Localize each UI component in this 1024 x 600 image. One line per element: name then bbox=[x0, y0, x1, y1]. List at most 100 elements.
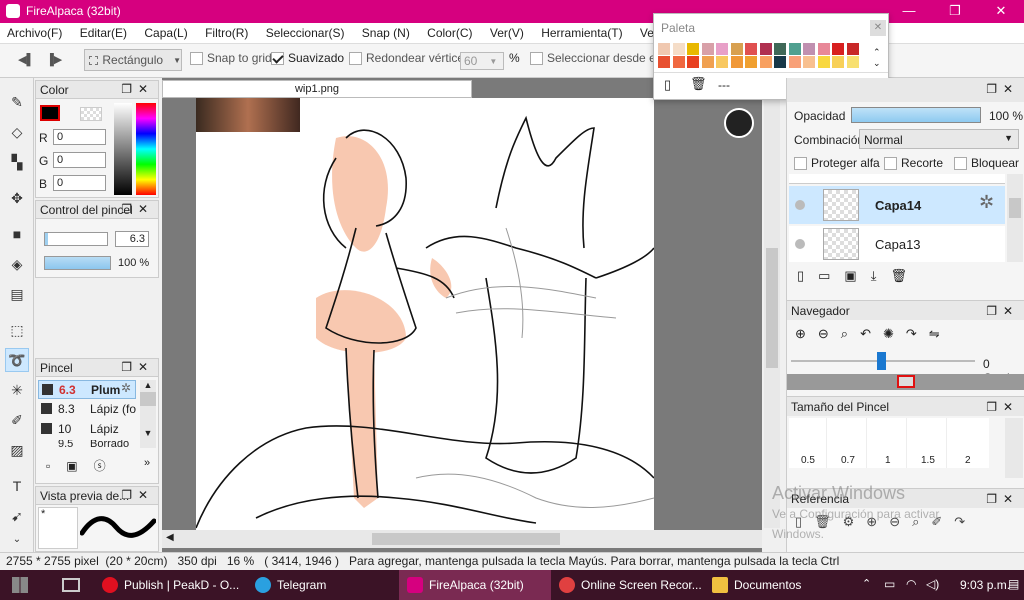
palette-swatch[interactable] bbox=[745, 56, 757, 68]
clock[interactable]: 9:03 p.m. bbox=[960, 578, 1010, 592]
canvas-vertical-scrollbar[interactable] bbox=[764, 98, 780, 528]
palette-swatch[interactable] bbox=[788, 56, 801, 68]
panel-buttons[interactable]: ❐✕ bbox=[121, 82, 154, 96]
blue-input[interactable]: 0 bbox=[53, 175, 106, 191]
document-tab[interactable]: wip1.png bbox=[162, 80, 472, 98]
lasso-tool-icon[interactable]: ➰ bbox=[5, 348, 29, 372]
windows-start-icon[interactable] bbox=[12, 577, 28, 593]
wifi-icon[interactable]: ◠ bbox=[906, 577, 916, 591]
dot-tool-icon[interactable]: ▚ bbox=[5, 150, 29, 174]
palette-swatch[interactable] bbox=[687, 56, 699, 68]
menu-snap[interactable]: Snap (N) bbox=[355, 23, 417, 40]
menu-tool[interactable]: Herramienta(T) bbox=[534, 23, 629, 40]
chevron-down-icon[interactable]: ⌄ bbox=[873, 58, 881, 69]
magic-wand-tool-icon[interactable]: ✳ bbox=[5, 378, 29, 402]
red-input[interactable]: 0 bbox=[53, 129, 106, 145]
brush-size-cell[interactable]: 1.5 bbox=[909, 418, 947, 468]
brush-size-value[interactable]: 6.3 bbox=[115, 231, 149, 247]
close-button[interactable]: ✕ bbox=[978, 0, 1024, 23]
green-input[interactable]: 0 bbox=[53, 152, 106, 168]
menu-select[interactable]: Seleccionar(S) bbox=[259, 23, 352, 40]
palette-swatch[interactable] bbox=[730, 56, 743, 68]
layer-opacity-slider[interactable] bbox=[851, 107, 981, 123]
palette-swatch[interactable] bbox=[716, 43, 728, 55]
palette-swatch[interactable] bbox=[701, 56, 714, 68]
palette-swatch[interactable] bbox=[788, 43, 801, 55]
panel-buttons[interactable]: ❐✕ bbox=[986, 400, 1019, 414]
palette-swatch[interactable] bbox=[817, 56, 830, 68]
pen-tool-icon[interactable]: ✎ bbox=[5, 90, 29, 114]
palette-swatch[interactable] bbox=[803, 43, 815, 55]
round-value-spinner[interactable]: 60 ▼ bbox=[460, 52, 504, 70]
panel-buttons[interactable]: ❐✕ bbox=[121, 202, 154, 216]
rotation-slider-thumb[interactable] bbox=[877, 352, 886, 370]
palette-swatch[interactable] bbox=[832, 43, 844, 55]
palette-swatch[interactable] bbox=[716, 56, 728, 68]
layer-row[interactable]: Capa13 bbox=[789, 226, 1005, 262]
layer-action-icons[interactable]: ▯▭▣⤓🗑 bbox=[797, 268, 921, 284]
round-vertex-checkbox[interactable]: Redondear vértice bbox=[349, 51, 464, 65]
brush-action-icons[interactable]: ▫▣ⓢ bbox=[46, 457, 122, 474]
palette-swatch[interactable] bbox=[672, 43, 685, 55]
layer-row-partial[interactable] bbox=[789, 174, 1005, 184]
brush-item[interactable]: 9.5 Borrado bbox=[38, 440, 136, 448]
palette-swatch[interactable] bbox=[687, 43, 699, 55]
eraser-tool-icon[interactable]: ◇ bbox=[5, 120, 29, 144]
palette-swatch[interactable] bbox=[759, 43, 772, 55]
notification-icon[interactable]: ▤ bbox=[1008, 577, 1019, 591]
new-palette-icon[interactable]: ▯ bbox=[664, 77, 671, 93]
palette-swatch[interactable] bbox=[701, 43, 714, 55]
menu-filter[interactable]: Filtro(R) bbox=[198, 23, 255, 40]
palette-swatch[interactable] bbox=[817, 43, 830, 55]
blend-dropdown[interactable]: Normal ▼ bbox=[859, 129, 1019, 149]
palette-swatch[interactable] bbox=[803, 56, 815, 68]
fill-rect-tool-icon[interactable]: ■ bbox=[5, 222, 29, 246]
operation-tool-icon[interactable]: ➹ bbox=[5, 504, 29, 528]
brush-size-slider[interactable] bbox=[44, 232, 108, 246]
menu-edit[interactable]: Editar(E) bbox=[73, 23, 134, 40]
palette-swatch[interactable] bbox=[745, 43, 757, 55]
palette-swatch[interactable] bbox=[759, 56, 772, 68]
rect-select-tool-icon[interactable]: ⬚ bbox=[5, 318, 29, 342]
panel-buttons[interactable]: ❐✕ bbox=[986, 492, 1019, 506]
brightness-slider[interactable] bbox=[114, 103, 132, 195]
text-tool-icon[interactable]: T bbox=[5, 474, 29, 498]
volume-icon[interactable]: ◁) bbox=[926, 577, 939, 591]
panel-buttons[interactable]: ❐✕ bbox=[986, 304, 1019, 318]
gradient-tool-icon[interactable]: ▤ bbox=[5, 282, 29, 306]
brush-size-cell[interactable]: 0.5 bbox=[789, 418, 827, 468]
brush-size-cell[interactable]: 2 bbox=[949, 418, 987, 468]
taskbar-app-firealpaca[interactable]: FireAlpaca (32bit) bbox=[399, 570, 551, 600]
select-from-checkbox[interactable]: Seleccionar desde el c bbox=[530, 51, 668, 65]
taskbar-app-telegram[interactable]: Telegram bbox=[247, 570, 395, 600]
panel-buttons[interactable]: ❐✕ bbox=[121, 488, 154, 502]
palette-swatch[interactable] bbox=[672, 56, 685, 68]
brush-item[interactable]: 8.3 Lápiz (fo bbox=[38, 400, 136, 419]
taskbar-app-screen-recorder[interactable]: Online Screen Recor... bbox=[551, 570, 703, 600]
panel-buttons[interactable]: ❐✕ bbox=[986, 82, 1019, 96]
brush-item[interactable]: 10 Lápiz bbox=[38, 420, 136, 439]
palette-swatch[interactable] bbox=[832, 56, 844, 68]
next-frame-icon[interactable]: ▐▶ bbox=[46, 53, 62, 66]
lock-checkbox[interactable]: Bloquear bbox=[954, 156, 1019, 170]
palette-swatch[interactable] bbox=[774, 43, 786, 55]
more-tools-chevron-icon[interactable]: ⌄ bbox=[5, 530, 29, 548]
layer-scrollbar[interactable] bbox=[1007, 174, 1023, 262]
visibility-icon[interactable] bbox=[795, 200, 805, 210]
navigator-zoom-rotate-icons[interactable]: ⊕⊖⌕↶✺↷⇋ bbox=[795, 326, 952, 342]
gear-icon[interactable]: ✲ bbox=[121, 381, 131, 395]
clipping-checkbox[interactable]: Recorte bbox=[884, 156, 943, 170]
select-pen-tool-icon[interactable]: ✐ bbox=[5, 408, 29, 432]
canvas-horizontal-scrollbar[interactable]: ◀ bbox=[162, 530, 762, 548]
navigator-preview[interactable] bbox=[787, 374, 1024, 390]
palette-swatch[interactable] bbox=[658, 43, 670, 55]
primary-color-swatch[interactable] bbox=[40, 105, 60, 121]
palette-swatch[interactable] bbox=[846, 56, 859, 68]
battery-icon[interactable]: ▭ bbox=[884, 577, 895, 591]
shape-dropdown[interactable]: Rectángulo ▼ bbox=[84, 49, 182, 71]
palette-swatch[interactable] bbox=[774, 56, 786, 68]
chevron-up-icon[interactable]: ⌃ bbox=[873, 47, 881, 58]
bucket-tool-icon[interactable]: ◈ bbox=[5, 252, 29, 276]
visibility-icon[interactable] bbox=[795, 239, 805, 249]
snap-to-grid-checkbox[interactable]: Snap to grid bbox=[190, 51, 272, 65]
